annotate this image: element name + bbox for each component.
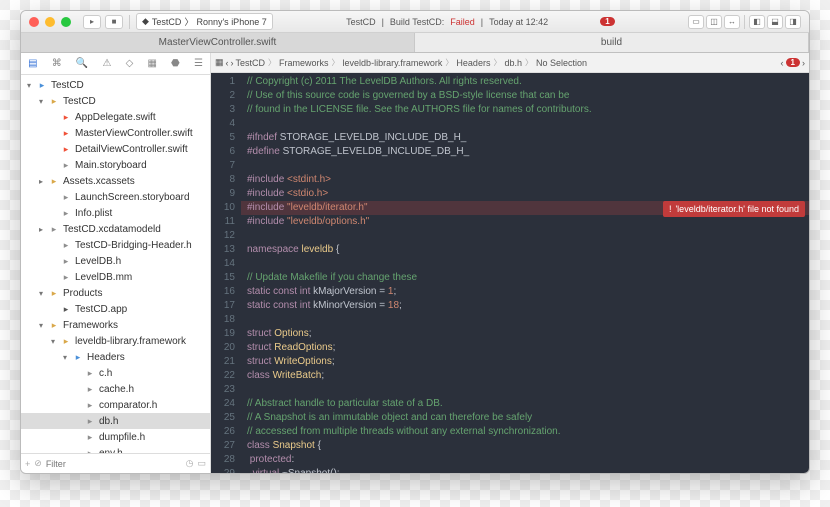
activity-status: TestCD | Build TestCD: Failed | Today at… — [277, 17, 684, 27]
jumpbar-seg[interactable]: Frameworks — [279, 58, 329, 68]
tree-item[interactable]: ▸db.h — [21, 413, 210, 429]
tree-item[interactable]: ▸cache.h — [21, 381, 210, 397]
tree-item[interactable]: ▸comparator.h — [21, 397, 210, 413]
tree-item[interactable]: ▸MasterViewController.swift — [21, 125, 210, 141]
tree-item[interactable]: ▾▸TestCD — [21, 93, 210, 109]
prev-issue-icon[interactable]: ‹ — [781, 58, 784, 68]
add-icon[interactable]: + — [25, 459, 30, 469]
tree-item[interactable]: ▾▸Products — [21, 285, 210, 301]
next-issue-icon[interactable]: › — [802, 58, 805, 68]
stop-button[interactable]: ■ — [105, 15, 123, 29]
related-items-icon[interactable]: ▦ — [215, 57, 224, 68]
source-editor[interactable]: 1234567891011121314151617181920212223242… — [211, 73, 809, 473]
tree-item[interactable]: ▸env.h — [21, 445, 210, 453]
inline-error-badge[interactable]: 1 — [786, 58, 800, 67]
minimize-button[interactable] — [45, 17, 55, 27]
jumpbar-seg[interactable]: TestCD — [236, 58, 266, 68]
jumpbar-seg[interactable]: No Selection — [536, 58, 587, 68]
filter-input[interactable] — [46, 459, 182, 469]
tree-item[interactable]: ▸▸Assets.xcassets — [21, 173, 210, 189]
tree-item[interactable]: ▸Info.plist — [21, 205, 210, 221]
jump-bar[interactable]: ▦ ‹ › TestCD〉Frameworks〉leveldb-library.… — [211, 53, 809, 73]
editor-area: ▦ ‹ › TestCD〉Frameworks〉leveldb-library.… — [211, 53, 809, 473]
scheme-selector[interactable]: ◆ TestCD 〉 Ronny's iPhone 7 — [136, 13, 273, 30]
navigator-sidebar: ▤ ⌘ 🔍 ⚠ ◇ ▦ ⬣ ☰ ▾▸TestCD▾▸TestCD▸AppDele… — [21, 53, 211, 473]
error-badge[interactable]: 1 — [600, 17, 614, 26]
zoom-button[interactable] — [61, 17, 71, 27]
editor-assistant-icon[interactable]: ◫ — [706, 15, 722, 29]
tree-item[interactable]: ▸Main.storyboard — [21, 157, 210, 173]
tree-item[interactable]: ▸TestCD.app — [21, 301, 210, 317]
editor-standard-icon[interactable]: ▭ — [688, 15, 704, 29]
jumpbar-seg[interactable]: Headers — [456, 58, 490, 68]
run-button[interactable]: ▸ — [83, 15, 101, 29]
filter-bar: + ⊘ ◷ ▭ — [21, 453, 210, 473]
editor-version-icon[interactable]: ↔ — [724, 15, 740, 29]
project-nav-icon[interactable]: ▤ — [28, 58, 37, 69]
test-nav-icon[interactable]: ◇ — [126, 58, 134, 69]
jumpbar-seg[interactable]: leveldb-library.framework — [343, 58, 443, 68]
tree-item[interactable]: ▸LevelDB.mm — [21, 269, 210, 285]
toggle-bottom-panel-icon[interactable]: ⬓ — [767, 15, 783, 29]
filter-icon[interactable]: ⊘ — [34, 458, 42, 469]
xcode-window: ▸ ■ ◆ TestCD 〉 Ronny's iPhone 7 TestCD |… — [20, 10, 810, 474]
scm-icon[interactable]: ▭ — [197, 458, 206, 469]
tree-item[interactable]: ▸LaunchScreen.storyboard — [21, 189, 210, 205]
tree-item[interactable]: ▸AppDelegate.swift — [21, 109, 210, 125]
tree-item[interactable]: ▾▸TestCD — [21, 77, 210, 93]
tree-item[interactable]: ▸▸TestCD.xcdatamodeld — [21, 221, 210, 237]
tree-item[interactable]: ▸dumpfile.h — [21, 429, 210, 445]
tab-build[interactable]: build — [415, 33, 809, 52]
project-tree: ▾▸TestCD▾▸TestCD▸AppDelegate.swift▸Maste… — [21, 75, 210, 453]
recent-icon[interactable]: ◷ — [186, 458, 194, 469]
find-nav-icon[interactable]: 🔍 — [76, 58, 88, 69]
toggle-right-panel-icon[interactable]: ◨ — [785, 15, 801, 29]
document-tabbar: MasterViewController.swift build — [21, 33, 809, 53]
close-button[interactable] — [29, 17, 39, 27]
jumpbar-seg[interactable]: db.h — [504, 58, 522, 68]
tree-item[interactable]: ▸DetailViewController.swift — [21, 141, 210, 157]
back-icon[interactable]: ‹ — [226, 58, 229, 68]
forward-icon[interactable]: › — [231, 58, 234, 68]
scheme-target: TestCD — [152, 17, 182, 27]
tree-item[interactable]: ▾▸Headers — [21, 349, 210, 365]
error-icon: ! — [669, 202, 672, 216]
report-nav-icon[interactable]: ☰ — [194, 58, 203, 69]
navigator-selector: ▤ ⌘ 🔍 ⚠ ◇ ▦ ⬣ ☰ — [21, 53, 210, 75]
app-icon: ◆ — [142, 16, 149, 27]
breakpoint-nav-icon[interactable]: ⬣ — [171, 58, 180, 69]
error-text: 'leveldb/iterator.h' file not found — [675, 202, 799, 216]
scheme-device: Ronny's iPhone 7 — [196, 17, 266, 27]
toggle-left-panel-icon[interactable]: ◧ — [749, 15, 765, 29]
tree-item[interactable]: ▸c.h — [21, 365, 210, 381]
error-annotation[interactable]: ! 'leveldb/iterator.h' file not found — [663, 201, 805, 217]
debug-nav-icon[interactable]: ▦ — [147, 58, 156, 69]
tree-item[interactable]: ▸TestCD-Bridging-Header.h — [21, 237, 210, 253]
tree-item[interactable]: ▾▸Frameworks — [21, 317, 210, 333]
tree-item[interactable]: ▸LevelDB.h — [21, 253, 210, 269]
titlebar: ▸ ■ ◆ TestCD 〉 Ronny's iPhone 7 TestCD |… — [21, 11, 809, 33]
symbol-nav-icon[interactable]: ⌘ — [52, 58, 62, 69]
tree-item[interactable]: ▾▸leveldb-library.framework — [21, 333, 210, 349]
issue-nav-icon[interactable]: ⚠ — [102, 58, 111, 69]
tab-master[interactable]: MasterViewController.swift — [21, 33, 415, 52]
